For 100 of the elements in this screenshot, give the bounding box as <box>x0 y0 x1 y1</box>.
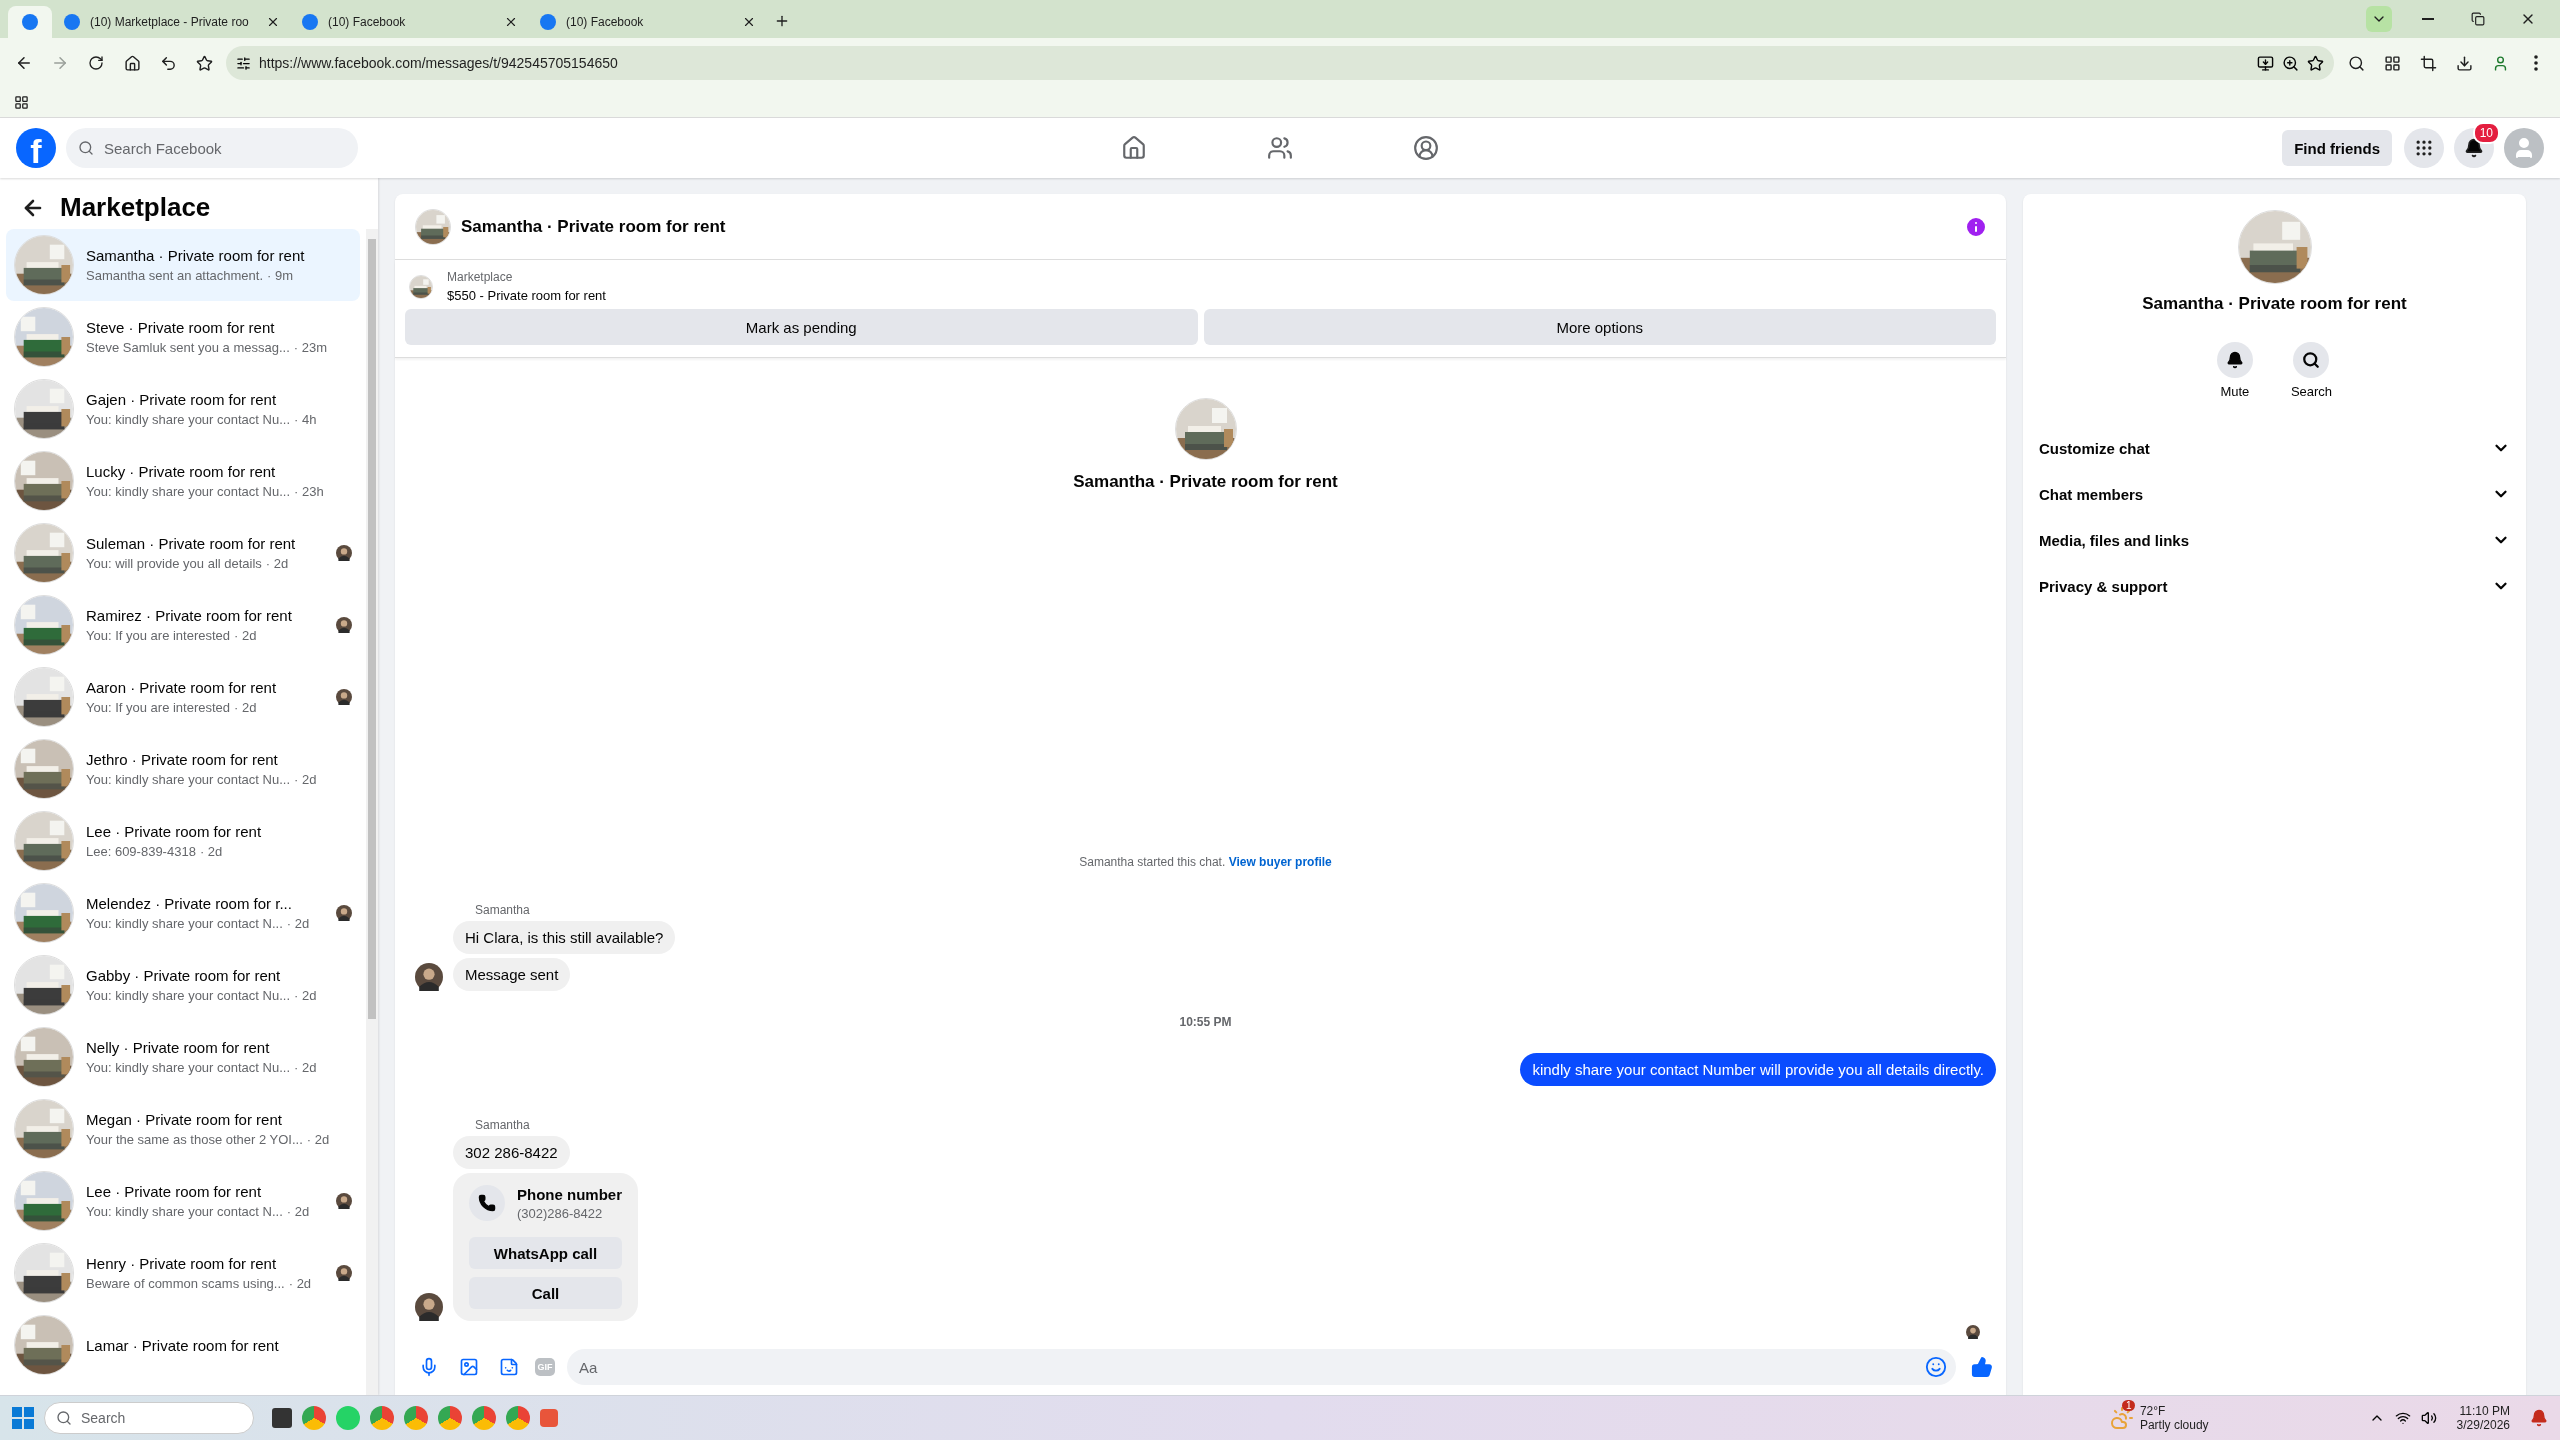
conversation-item[interactable]: Lee · Private room for rent Lee: 609-839-4318 · 2d <box>6 805 360 877</box>
message-field[interactable]: Aa <box>567 1349 1956 1385</box>
conversation-item[interactable]: Samantha · Private room for rent Samantha sent an attachment. · 9m <box>6 229 360 301</box>
search-field[interactable]: Search Facebook <box>66 128 358 168</box>
avatar-icon <box>415 1293 443 1321</box>
message-bubble: Message sent <box>453 958 571 991</box>
phone-number: (302)286-8422 <box>517 1205 604 1221</box>
browser-icon[interactable] <box>370 1406 394 1430</box>
zoom-icon <box>2282 54 2299 72</box>
conversation-item[interactable]: Nelly · Private room for rent You: kindly share your contact Nu... · 2d <box>6 1021 360 1093</box>
message-preview: Lee: 609-839-4318 <box>86 844 196 859</box>
scrollbar[interactable] <box>366 229 378 1395</box>
browser-tab[interactable]: (10) Facebook <box>292 6 528 38</box>
avatar-icon <box>1966 1325 1980 1339</box>
details-section[interactable]: Customize chat <box>2023 425 2526 471</box>
listing-summary: $550 - Private room for rent <box>447 288 606 303</box>
listing-source: Marketplace <box>447 270 514 284</box>
conversation-item[interactable]: Melendez · Private room for r... You: kindly share your contact N... · 2d <box>6 877 360 949</box>
conversation-item[interactable]: Suleman · Private room for rent You: will provide you all details · 2d <box>6 517 360 589</box>
conversation-item[interactable]: Lee · Private room for rent You: kindly share your contact N... · 2d <box>6 1165 360 1237</box>
details-section[interactable]: Privacy & support <box>2023 563 2526 609</box>
call-button[interactable]: WhatsApp call <box>469 1237 622 1269</box>
details-section[interactable]: Media, files and links <box>2023 517 2526 563</box>
listing-action-button[interactable]: More options <box>1203 309 1996 345</box>
notifications-icon <box>2464 138 2484 158</box>
browser-icon[interactable] <box>404 1406 428 1430</box>
call-button[interactable]: Call <box>469 1277 622 1309</box>
browser-tab[interactable]: (10) Facebook <box>530 6 766 38</box>
sidebar-title: Marketplace <box>60 192 211 223</box>
buyer-profile-link[interactable]: View buyer profile <box>1228 855 1332 869</box>
tab-search-button[interactable] <box>2366 6 2392 32</box>
avatar-icon <box>336 617 352 633</box>
message-preview: You: If you are interested <box>86 628 231 643</box>
close-icon <box>266 15 280 29</box>
message-preview: You: kindly share your contact N... <box>86 916 283 931</box>
conversation-title: Nelly · Private room for rent <box>86 1039 271 1056</box>
browser-icon[interactable] <box>472 1406 496 1430</box>
conversation-item[interactable]: Lucky · Private room for rent You: kindly share your contact Nu... · 23h <box>6 445 360 517</box>
message-preview: You: kindly share your contact N... <box>86 1204 283 1219</box>
browser-icon[interactable] <box>438 1406 462 1430</box>
close-icon <box>742 15 756 29</box>
message-preview: You: kindly share your contact Nu... <box>86 1060 291 1075</box>
conversation-title: Lamar · Private room for rent <box>86 1336 280 1354</box>
volume-icon <box>2420 1410 2437 1426</box>
conversation-title: Henry · Private room for rent <box>86 1255 278 1272</box>
message-time: · 2d <box>234 700 257 715</box>
download-icon <box>2455 54 2473 72</box>
conversation-item[interactable]: Steve · Private room for rent Steve Samluk sent you a messag... · 23m <box>6 301 360 373</box>
browser-tab[interactable]: (10) Marketplace - Private roo <box>54 6 290 38</box>
listing-action-button[interactable]: Mark as pending <box>405 309 1198 345</box>
reload-icon <box>88 55 104 71</box>
conversation-title: Melendez · Private room for r... <box>86 895 293 912</box>
conversation-title: Aaron · Private room for rent <box>86 679 278 696</box>
message-preview: Beware of common scams using... <box>86 1276 285 1291</box>
like-icon <box>1971 1356 1993 1378</box>
menu-grid-icon <box>2414 138 2434 158</box>
message-time: 10:55 PM <box>1179 1015 1232 1029</box>
browser-icon[interactable] <box>302 1406 326 1430</box>
message-preview: Steve Samluk sent you a messag... <box>86 340 290 355</box>
conversation-item[interactable]: Jethro · Private room for rent You: kindly share your contact Nu... · 2d <box>6 733 360 805</box>
conversation-item[interactable]: Megan · Private room for rent Your the same as those other 2 YOI... · 2d <box>6 1093 360 1165</box>
network-icon <box>2394 1410 2411 1426</box>
undo-icon <box>159 54 177 72</box>
message-preview: You: kindly share your contact Nu... <box>86 988 291 1003</box>
conversation-item[interactable]: Aaron · Private room for rent You: If you are interested · 2d <box>6 661 360 733</box>
microphone-icon <box>419 1357 439 1377</box>
task-view-icon[interactable] <box>272 1408 292 1428</box>
search-icon <box>2302 351 2321 369</box>
conversation-title: Gajen · Private room for rent <box>86 391 278 408</box>
message-time: · 2d <box>306 1132 330 1147</box>
message-time: · 23m <box>293 340 327 355</box>
clock-date: 3/29/2026 <box>2456 1418 2510 1432</box>
new-tab-icon <box>774 13 790 29</box>
message-time: · 2d <box>286 916 310 931</box>
taskbar-search-field[interactable]: Search <box>44 1402 254 1434</box>
browser-icon[interactable] <box>506 1406 530 1430</box>
restore-icon <box>2471 12 2485 26</box>
details-section[interactable]: Chat members <box>2023 471 2526 517</box>
conversation-item[interactable]: Gabby · Private room for rent You: kindly share your contact Nu... · 2d <box>6 949 360 1021</box>
conversation-item[interactable]: Lamar · Private room for rent <box>6 1309 360 1381</box>
start-button[interactable] <box>12 1407 34 1429</box>
message-time: · 2d <box>294 1060 317 1075</box>
phone-icon <box>469 1185 505 1221</box>
menu-icon <box>2534 55 2538 71</box>
conversation-title: Lee · Private room for rent <box>86 823 263 840</box>
menu-grid-button[interactable] <box>2404 128 2444 168</box>
site-logo[interactable]: f <box>16 128 56 168</box>
browser-tab[interactable] <box>8 6 52 38</box>
conversation-item[interactable]: Gajen · Private room for rent You: kindly share your contact Nu... · 4h <box>6 373 360 445</box>
avatar-icon <box>336 545 352 561</box>
search-icon <box>78 140 94 156</box>
find-friends-button[interactable]: Find friends <box>2282 130 2392 166</box>
avatar-icon <box>415 963 443 991</box>
search-icon <box>2347 54 2365 72</box>
conversation-item[interactable]: Henry · Private room for rent Beware of common scams using... · 2d <box>6 1237 360 1309</box>
message-time: · 4h <box>294 412 317 427</box>
address-bar[interactable]: https://www.facebook.com/messages/t/942545705154650 <box>226 46 2334 80</box>
message-bubble: kindly share your contact Number will provide you all details directly. <box>1520 1053 1996 1086</box>
conversation-item[interactable]: Ramirez · Private room for rent You: If you are interested · 2d <box>6 589 360 661</box>
back-icon <box>15 54 33 72</box>
